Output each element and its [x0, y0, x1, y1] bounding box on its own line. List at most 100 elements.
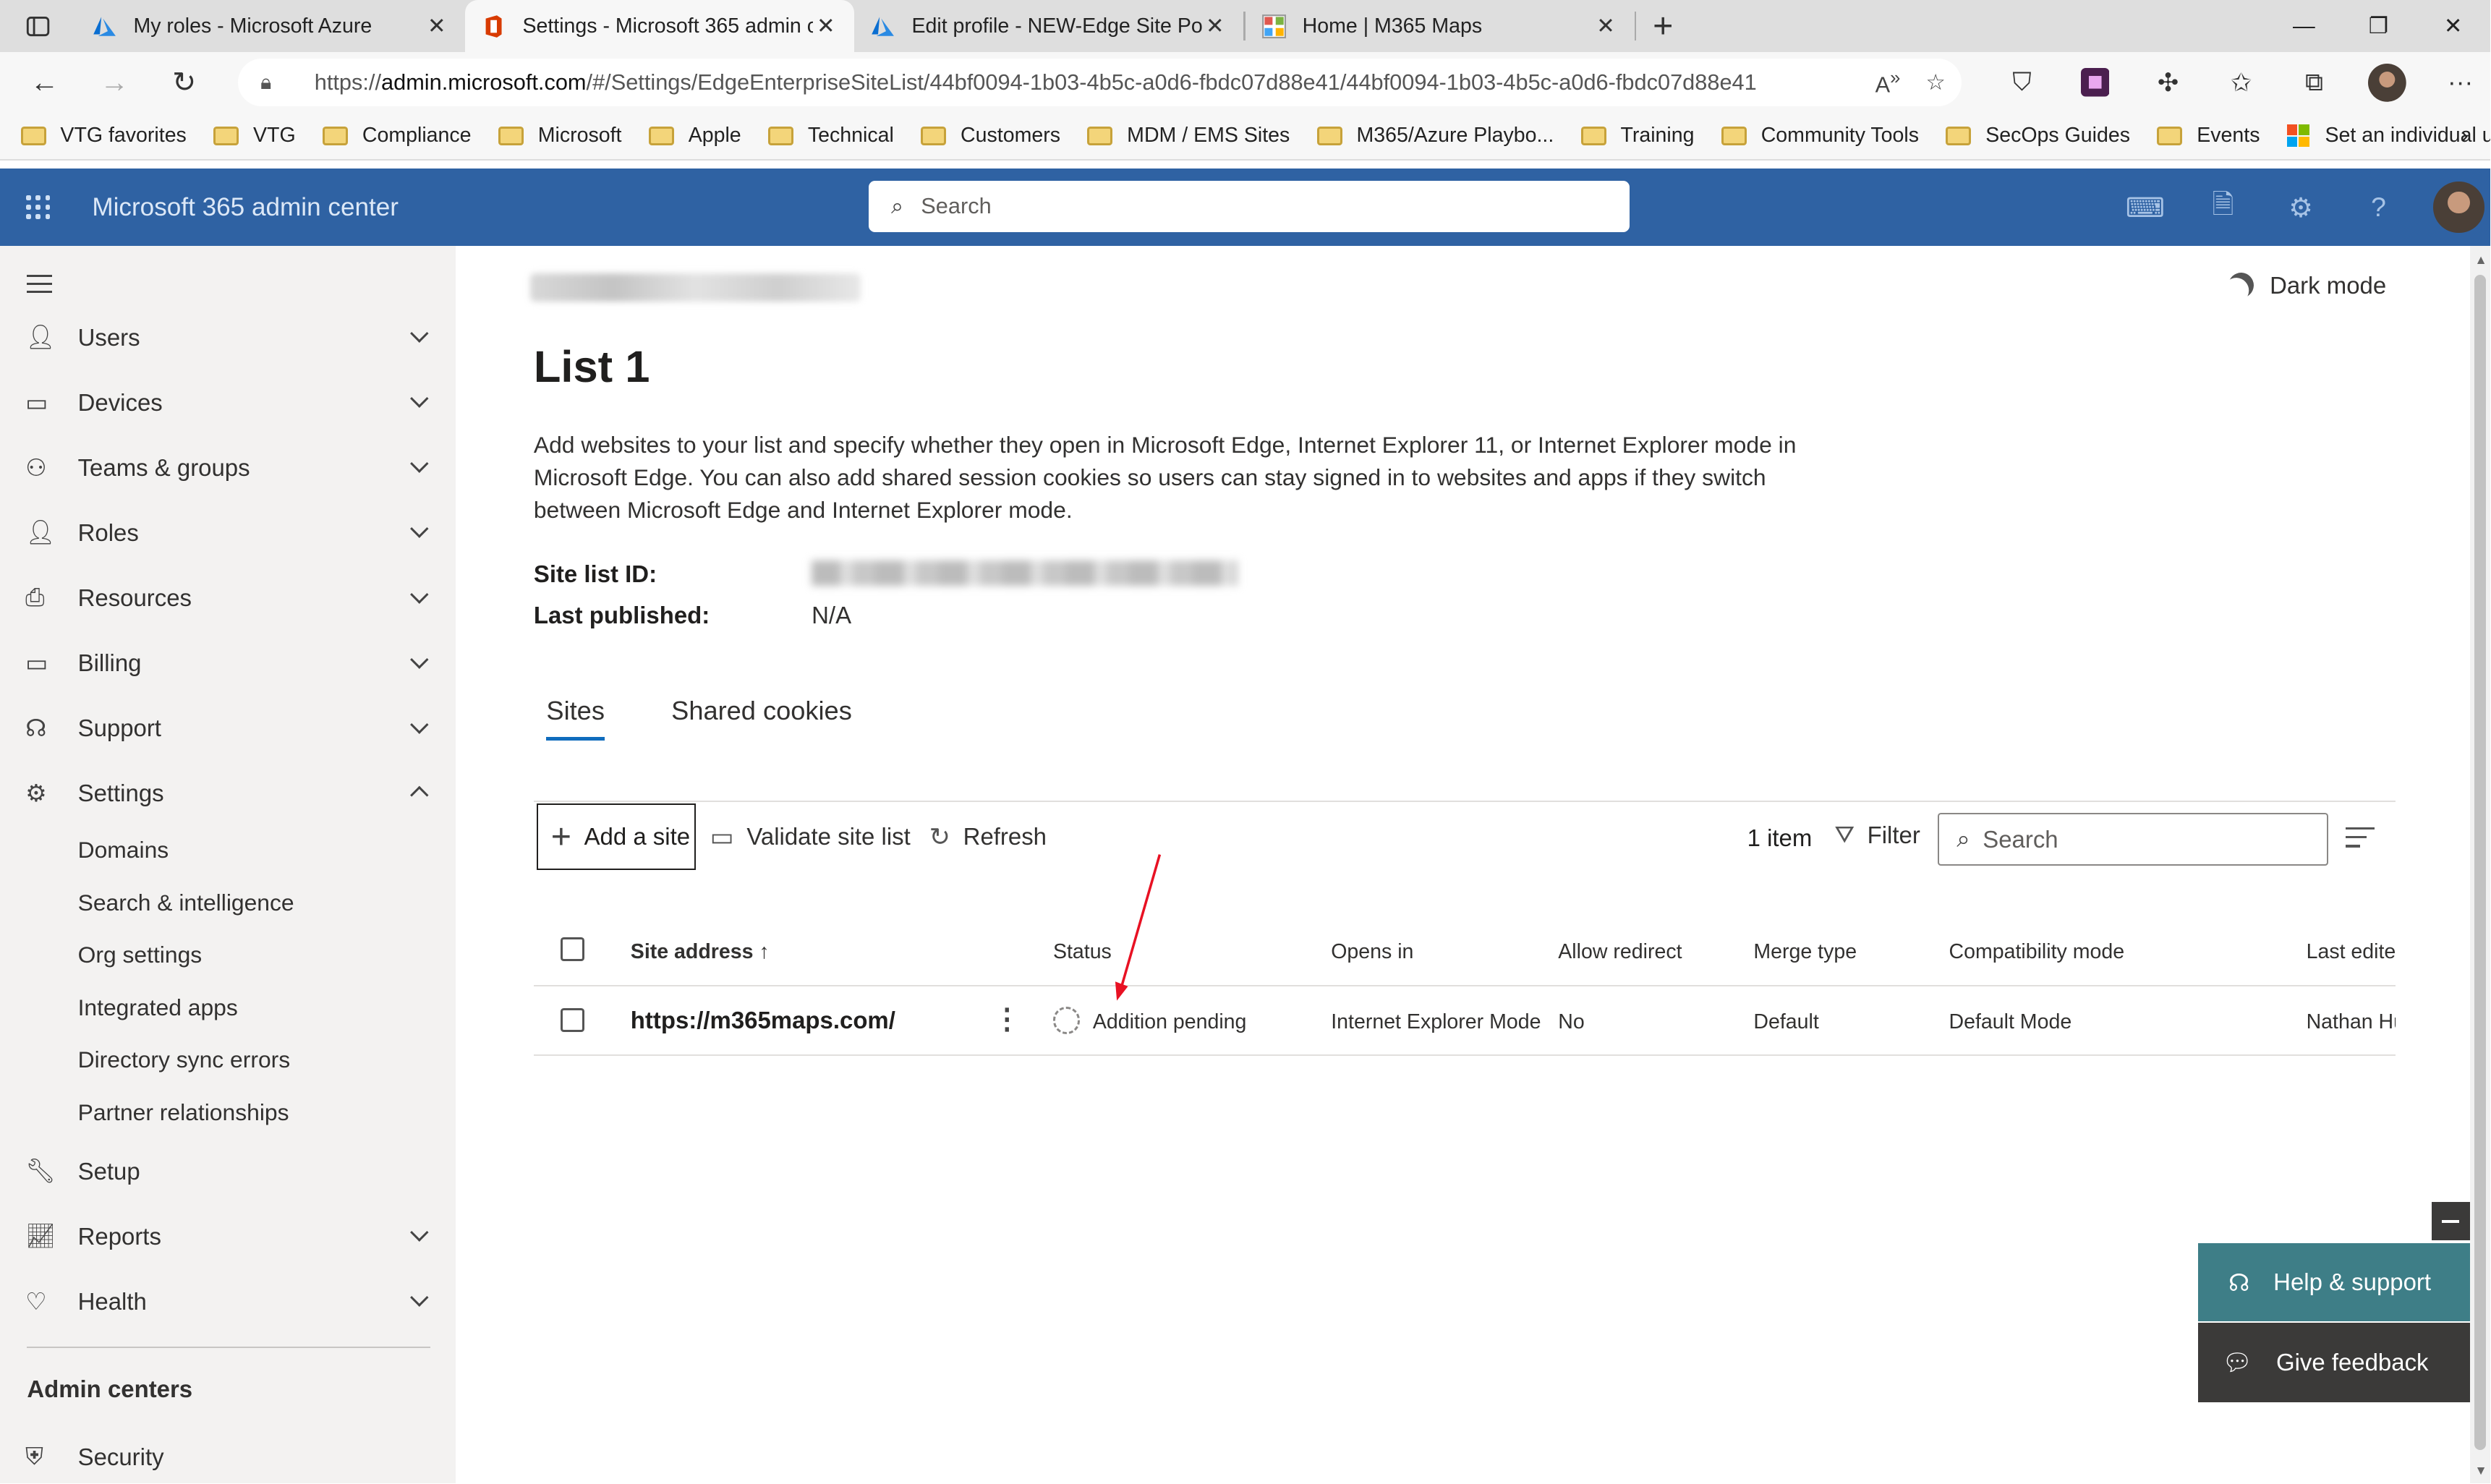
nav-item-setup[interactable]: 🔧︎ Setup [0, 1139, 456, 1204]
bookmark-folder[interactable]: M365/Azure Playbo... [1316, 124, 1554, 148]
nav-item-resources[interactable]: ⎙ Resources [0, 566, 456, 631]
nav-item-support[interactable]: ☊ Support [0, 696, 456, 761]
help-icon[interactable]: ? [2340, 169, 2418, 247]
column-header-last-edited[interactable]: Last edited [2307, 940, 2396, 964]
give-feedback-button[interactable]: 💬︎ Give feedback [2198, 1323, 2470, 1403]
page-scrollbar[interactable]: ▲ ▼ [2469, 246, 2491, 1484]
validate-site-list-button[interactable]: ▭ Validate site list [710, 803, 911, 870]
column-header-opens-in[interactable]: Opens in [1331, 940, 1413, 964]
close-tab-icon[interactable]: ✕ [1202, 13, 1227, 39]
add-favorite-icon[interactable]: ☆ [1926, 69, 1946, 95]
headset-icon: ☊ [25, 715, 47, 742]
hamburger-menu-icon[interactable] [27, 274, 53, 299]
app-launcher-icon[interactable] [0, 169, 76, 247]
read-aloud-icon[interactable]: A» [1875, 68, 1901, 98]
scroll-up-icon[interactable]: ▲ [2474, 252, 2487, 268]
gear-icon[interactable]: ⚙ [2262, 169, 2340, 247]
nav-item-devices[interactable]: ▭ Devices [0, 370, 456, 435]
back-icon[interactable]: ← [9, 52, 80, 112]
column-header-allow-redirect[interactable]: Allow redirect [1558, 940, 1682, 964]
extension-app-icon[interactable] [2058, 68, 2132, 97]
nav-subitem-search-intelligence[interactable]: Search & intelligence [78, 890, 294, 916]
add-site-button[interactable]: + Add a site [537, 803, 696, 871]
scrollbar-thumb[interactable] [2474, 274, 2486, 1450]
browser-tab-edit-profile[interactable]: Edit profile - NEW-Edge Site Poli ✕ [854, 0, 1243, 52]
minus-icon [2442, 1219, 2460, 1223]
terminal-icon[interactable]: ⌨ [2106, 169, 2184, 247]
pocket-icon[interactable]: ⛉ [1985, 68, 2058, 98]
bookmark-folder[interactable]: Compliance [323, 124, 472, 148]
dark-mode-toggle[interactable]: Dark mode [2228, 272, 2386, 299]
browser-tab-m365maps[interactable]: Home | M365 Maps ✕ [1246, 0, 1635, 52]
new-tab-icon[interactable]: + [1636, 0, 1690, 52]
filter-button[interactable]: ⛛ Filter [1834, 821, 1920, 849]
chevron-right-icon[interactable]: › [2461, 122, 2468, 148]
close-window-icon[interactable]: ✕ [2416, 0, 2490, 52]
bookmark-folder[interactable]: Events [2157, 124, 2260, 148]
nav-subitem-partner-relationships[interactable]: Partner relationships [78, 1099, 289, 1126]
nav-item-settings[interactable]: ⚙ Settings [0, 761, 456, 826]
view-options-icon[interactable] [2346, 827, 2375, 853]
tab-actions-icon[interactable] [0, 0, 76, 52]
avatar[interactable] [2433, 182, 2484, 233]
extensions-icon[interactable]: ✣ [2132, 68, 2205, 98]
bookmark-folder[interactable]: VTG [213, 124, 296, 148]
nav-item-security[interactable]: ⛨ Security [0, 1425, 456, 1483]
nav-item-health[interactable]: ♡ Health [0, 1269, 456, 1334]
minimize-window-icon[interactable]: — [2267, 0, 2341, 52]
scroll-down-icon[interactable]: ▼ [2474, 1463, 2487, 1478]
plus-icon: + [550, 817, 572, 857]
global-search-input[interactable]: ⌕ Search [869, 181, 1630, 232]
more-actions-icon[interactable]: ⋮ [992, 1005, 1021, 1034]
folder-icon [323, 126, 349, 146]
tab-sites[interactable]: Sites [534, 696, 618, 741]
column-header-merge-type[interactable]: Merge type [1753, 940, 1857, 964]
nav-item-roles[interactable]: 👤︎ Roles [0, 500, 456, 566]
help-support-button[interactable]: ☊ Help & support [2198, 1243, 2470, 1322]
profile-avatar[interactable] [2351, 63, 2424, 102]
refresh-page-icon[interactable]: ↻ [149, 52, 219, 112]
restore-window-icon[interactable]: ❐ [2341, 0, 2416, 52]
refresh-button[interactable]: ↻ Refresh [929, 803, 1047, 870]
close-tab-icon[interactable]: ✕ [424, 13, 449, 39]
minimize-panel-button[interactable] [2432, 1202, 2470, 1241]
app-title[interactable]: Microsoft 365 admin center [92, 193, 399, 222]
bookmark-folder[interactable]: MDM / EMS Sites [1087, 124, 1290, 148]
nav-item-teams-groups[interactable]: ⚇ Teams & groups [0, 435, 456, 500]
browser-tab-settings[interactable]: Settings - Microsoft 365 admin c ✕ [465, 0, 855, 53]
column-header-site-address[interactable]: Site address ↑ [631, 940, 770, 964]
document-icon[interactable]: 🗎︎ [2184, 169, 2262, 247]
more-options-icon[interactable]: ··· [2424, 68, 2490, 97]
bookmark-folder[interactable]: Community Tools [1721, 124, 1919, 148]
bookmark-link[interactable]: Set an individual us... [2286, 124, 2490, 148]
nav-subitem-org-settings[interactable]: Org settings [78, 942, 203, 968]
browser-tab-azure-roles[interactable]: My roles - Microsoft Azure ✕ [76, 0, 465, 52]
site-address-link[interactable]: https://m365maps.com/ [631, 1007, 895, 1034]
nav-item-users[interactable]: 👤︎ Users [0, 305, 456, 370]
bookmark-folder[interactable]: Apple [648, 124, 741, 148]
bookmark-folder[interactable]: VTG favorites [20, 124, 187, 148]
table-search-input[interactable]: ⌕ Search [1938, 813, 2329, 866]
nav-subitem-integrated-apps[interactable]: Integrated apps [78, 994, 238, 1021]
folder-icon [20, 126, 46, 146]
column-header-compatibility-mode[interactable]: Compatibility mode [1949, 940, 2124, 964]
nav-item-billing[interactable]: ▭ Billing [0, 631, 456, 696]
favorites-icon[interactable]: ✩ [2205, 68, 2278, 98]
close-tab-icon[interactable]: ✕ [1593, 13, 1619, 39]
bookmark-folder[interactable]: Microsoft [498, 124, 621, 148]
tab-shared-cookies[interactable]: Shared cookies [659, 696, 865, 741]
last-edited-value: Nathan Hutchinson [2306, 1010, 2396, 1033]
close-tab-icon[interactable]: ✕ [813, 13, 838, 39]
bookmark-folder[interactable]: Customers [921, 124, 1060, 148]
bookmark-folder[interactable]: Training [1580, 124, 1695, 148]
collections-icon[interactable]: ⧉ [2278, 68, 2351, 98]
bookmark-folder[interactable]: Technical [768, 124, 894, 148]
forward-icon[interactable]: → [80, 52, 150, 112]
address-bar[interactable]: 🔒︎ https://admin.microsoft.com/#/Setting… [238, 59, 1962, 107]
row-checkbox[interactable] [561, 1008, 585, 1033]
nav-subitem-directory-sync-errors[interactable]: Directory sync errors [78, 1046, 291, 1073]
nav-item-reports[interactable]: 📈︎ Reports [0, 1204, 456, 1269]
select-all-checkbox[interactable] [561, 937, 585, 961]
nav-subitem-domains[interactable]: Domains [78, 837, 169, 863]
bookmark-folder[interactable]: SecOps Guides [1946, 124, 2130, 148]
